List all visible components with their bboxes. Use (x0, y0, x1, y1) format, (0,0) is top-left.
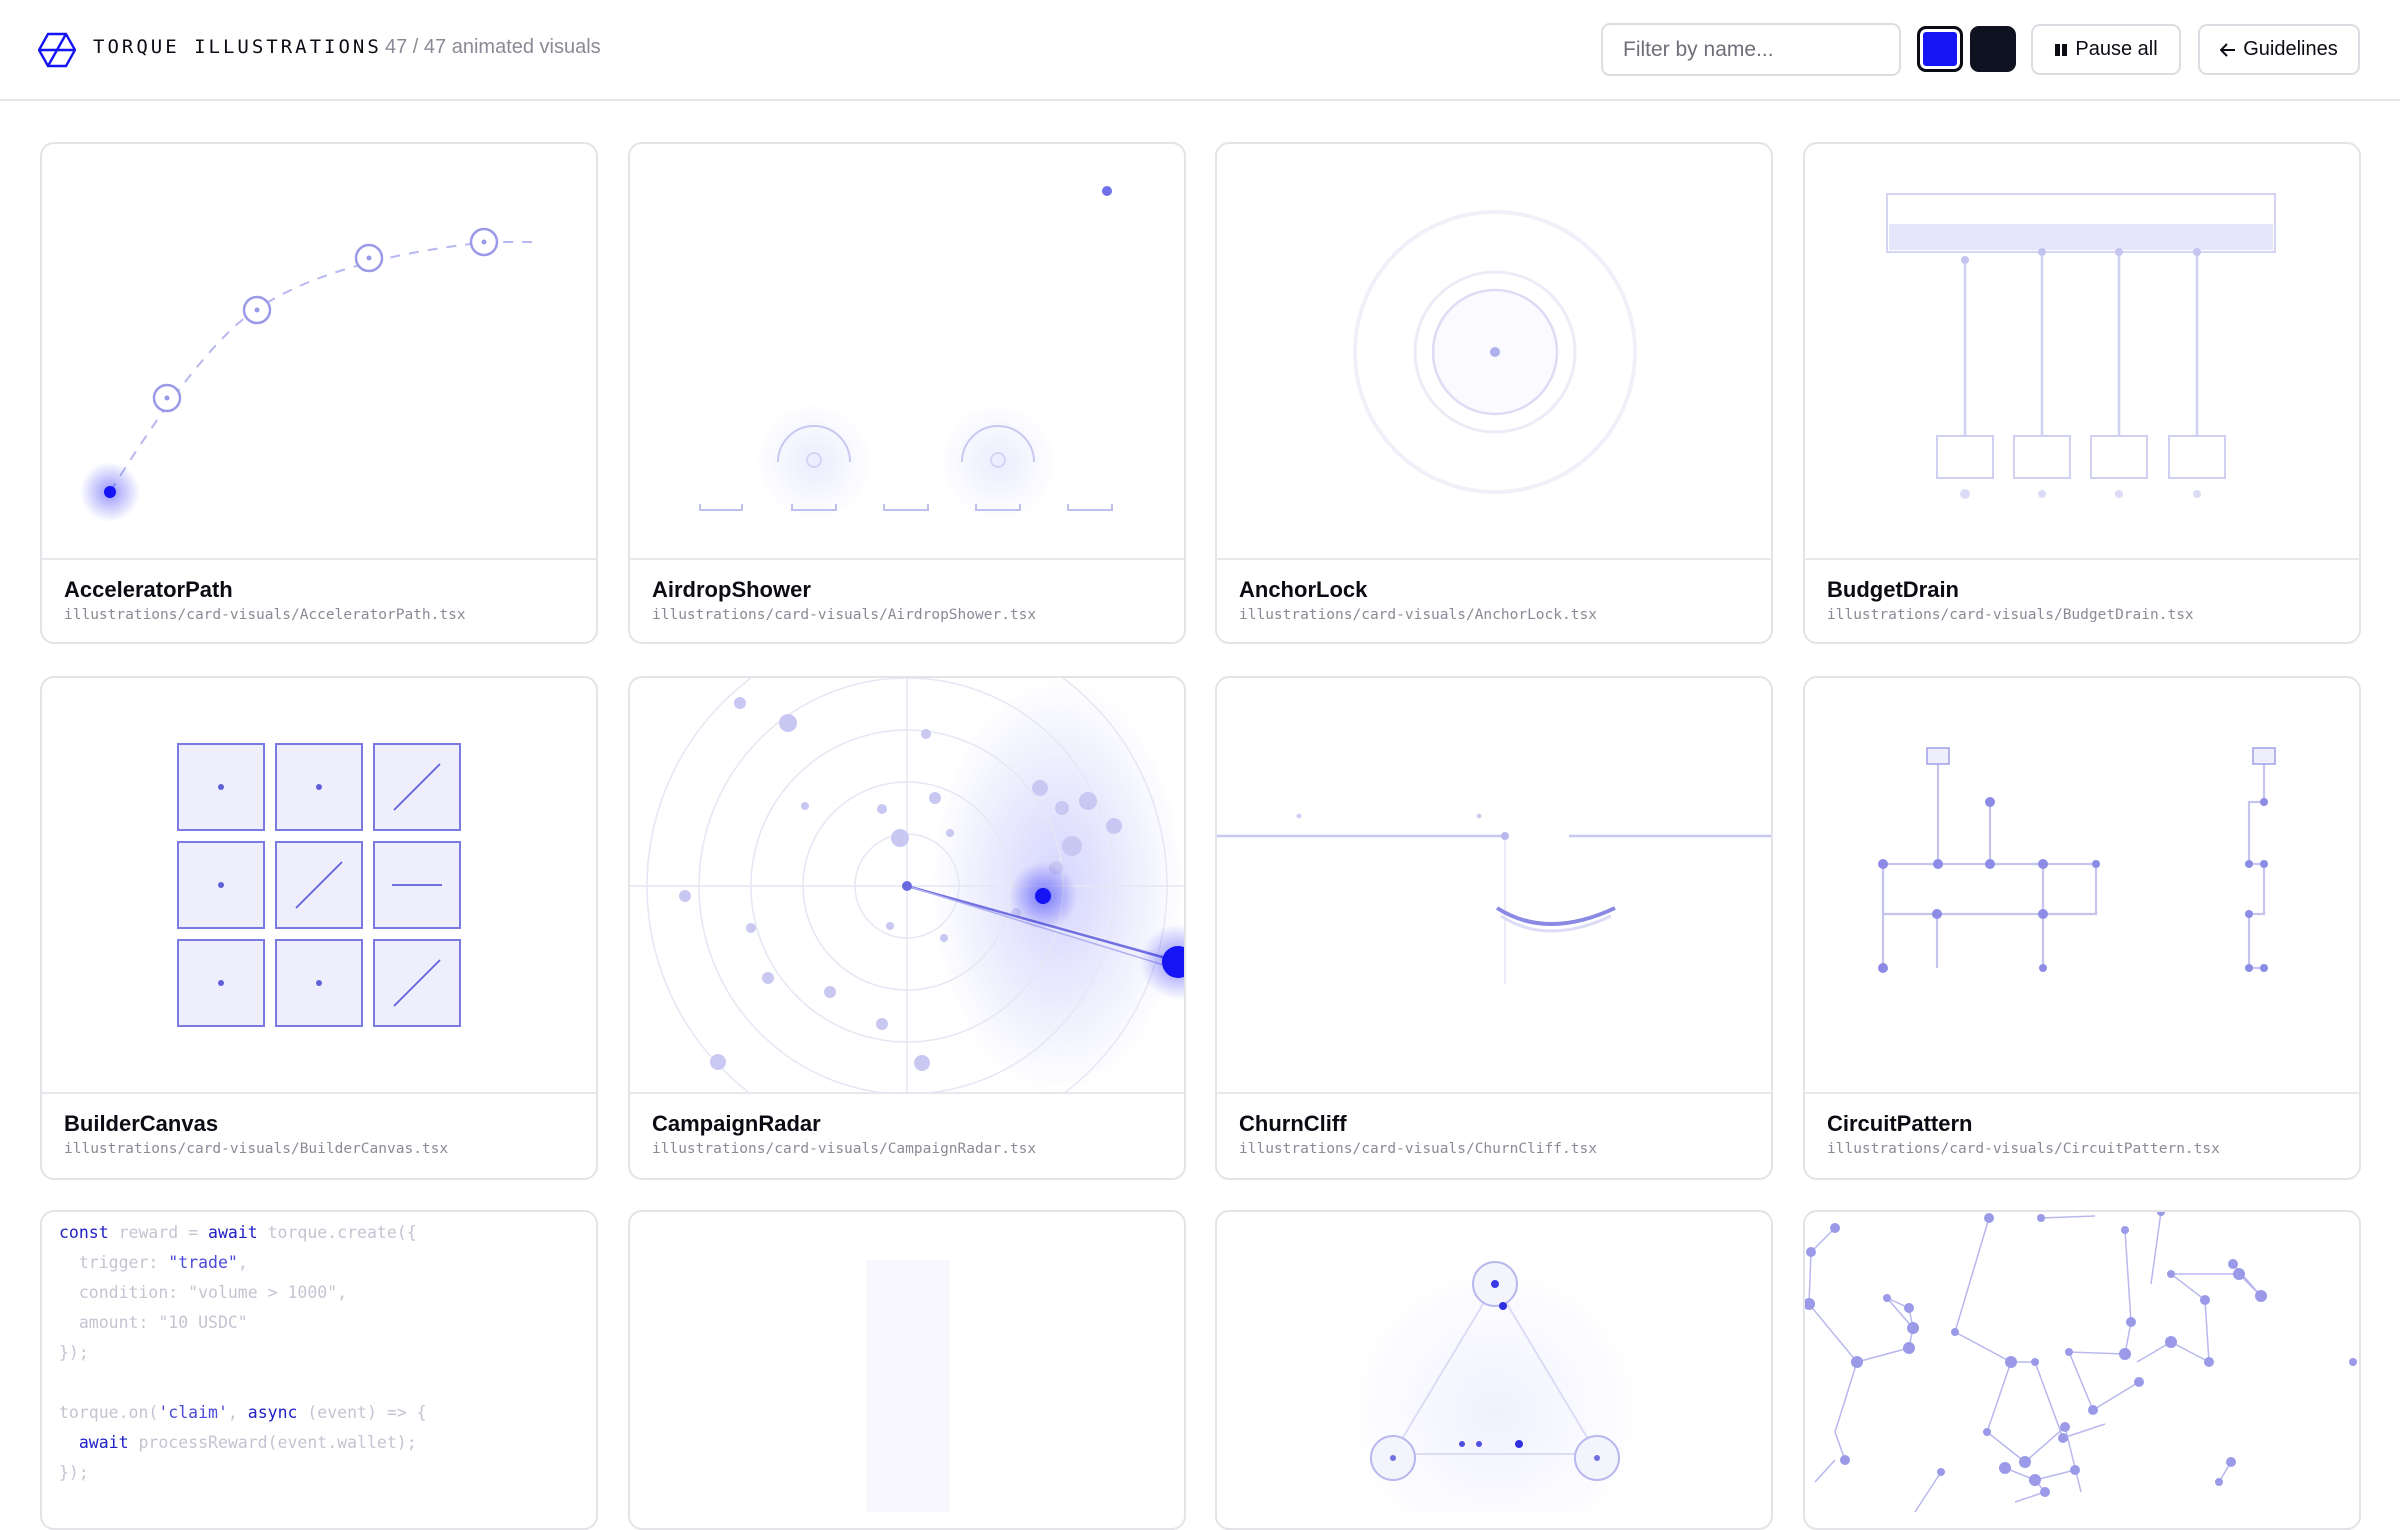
card-path: illustrations/card-visuals/AcceleratorPa… (64, 607, 466, 623)
accent-swatch-blue[interactable] (1917, 26, 1963, 72)
circuit-pattern-illustration (1805, 678, 2359, 1094)
card-title: CircuitPattern (1827, 1111, 1973, 1136)
card-title: AcceleratorPath (64, 577, 233, 602)
filter-input[interactable] (1601, 23, 1901, 76)
card-builder-canvas[interactable]: BuilderCanvas illustrations/card-visuals… (40, 676, 598, 1180)
guidelines-button[interactable]: Guidelines (2198, 24, 2360, 75)
anchor-lock-illustration (1217, 144, 1771, 560)
card-title: CampaignRadar (652, 1111, 821, 1136)
accelerator-path-illustration (42, 144, 596, 560)
card-path: illustrations/card-visuals/AirdropShower… (652, 607, 1037, 623)
card-anchor-lock[interactable]: AnchorLock illustrations/card-visuals/An… (1215, 142, 1773, 644)
budget-drain-illustration (1805, 144, 2359, 560)
card-path: illustrations/card-visuals/BuilderCanvas… (64, 1141, 449, 1157)
card-code-snippet[interactable]: const reward = await torque.create({ tri… (40, 1210, 598, 1530)
card-title: BuilderCanvas (64, 1111, 219, 1136)
card-row3-2[interactable] (628, 1210, 1186, 1530)
row3-2-illustration (866, 1260, 950, 1520)
card-title: AnchorLock (1239, 577, 1368, 602)
guidelines-label: Guidelines (2243, 38, 2338, 60)
card-path: illustrations/card-visuals/BudgetDrain.t… (1827, 607, 2194, 623)
arrow-left-icon (2220, 42, 2236, 57)
card-circuit-pattern[interactable]: CircuitPattern illustrations/card-visual… (1803, 676, 2361, 1180)
builder-canvas-illustration (42, 678, 596, 1094)
airdrop-shower-illustration (630, 144, 1184, 560)
row3-3-illustration (1345, 1261, 1645, 1528)
pause-icon (2055, 43, 2068, 56)
card-path: illustrations/card-visuals/CampaignRadar… (652, 1141, 1037, 1157)
card-title: BudgetDrain (1827, 577, 1959, 602)
churn-cliff-illustration (1217, 678, 1771, 1094)
card-path: illustrations/card-visuals/CircuitPatter… (1827, 1141, 2220, 1157)
brand-title: TORQUE ILLUSTRATIONS (93, 36, 382, 58)
card-row3-4[interactable] (1803, 1210, 2361, 1530)
row3-4-illustration (1805, 1212, 2357, 1513)
card-budget-drain[interactable]: BudgetDrain illustrations/card-visuals/B… (1803, 142, 2361, 644)
torque-logo-icon (38, 32, 76, 68)
top-bar: TORQUE ILLUSTRATIONS 47 / 47 animated vi… (0, 0, 2400, 101)
pause-all-label: Pause all (2075, 38, 2158, 60)
campaign-radar-illustration (630, 678, 1184, 1094)
card-accelerator-path[interactable]: AcceleratorPath illustrations/card-visua… (40, 142, 598, 644)
card-campaign-radar[interactable]: CampaignRadar illustrations/card-visuals… (628, 676, 1186, 1180)
visual-count: 47 / 47 animated visuals (385, 36, 601, 58)
accent-swatch-dark[interactable] (1970, 26, 2016, 72)
code-snippet: const reward = await torque.create({ tri… (59, 1223, 427, 1482)
card-airdrop-shower[interactable]: AirdropShower illustrations/card-visuals… (628, 142, 1186, 644)
card-path: illustrations/card-visuals/ChurnCliff.ts… (1239, 1141, 1597, 1157)
pause-all-button[interactable]: Pause all (2031, 24, 2181, 75)
card-churn-cliff[interactable]: ChurnCliff illustrations/card-visuals/Ch… (1215, 676, 1773, 1180)
card-title: ChurnCliff (1239, 1111, 1347, 1136)
card-path: illustrations/card-visuals/AnchorLock.ts… (1239, 607, 1597, 623)
card-row3-3[interactable] (1215, 1210, 1773, 1530)
card-title: AirdropShower (652, 577, 811, 602)
